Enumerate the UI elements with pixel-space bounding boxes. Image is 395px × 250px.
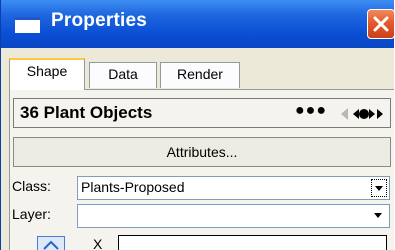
tab-data[interactable]: Data <box>89 62 157 88</box>
class-label: Class: <box>12 178 51 194</box>
selection-title: 36 Plant Objects <box>20 103 153 122</box>
current-icon <box>353 109 375 119</box>
house-icon[interactable] <box>37 236 65 250</box>
class-value: Plants-Proposed <box>81 179 185 195</box>
tab-render[interactable]: Render <box>160 62 240 88</box>
more-options-dots[interactable]: ●●● <box>295 102 327 120</box>
window-title: Properties <box>51 10 147 31</box>
close-icon <box>373 16 389 32</box>
tab-shape-label: Shape <box>26 63 68 79</box>
house-icon-graphic <box>43 240 59 250</box>
next-icon[interactable] <box>377 109 383 119</box>
window-icon <box>15 17 40 33</box>
layer-dropdown[interactable] <box>77 204 390 228</box>
class-dropdown[interactable]: Plants-Proposed <box>77 176 390 200</box>
x-input[interactable] <box>118 235 387 250</box>
selection-header: 36 Plant Objects ●●● <box>13 98 391 128</box>
close-button[interactable] <box>367 9 394 39</box>
layer-label: Layer: <box>12 206 51 222</box>
layer-dropdown-button[interactable] <box>371 207 387 225</box>
attributes-button[interactable]: Attributes... <box>13 137 391 167</box>
class-dropdown-button[interactable] <box>371 179 387 197</box>
previous-icon[interactable] <box>341 108 348 120</box>
tab-shape[interactable]: Shape <box>9 58 85 90</box>
chevron-down-icon <box>375 186 383 191</box>
properties-window: Properties Shape Data Render 36 Plant Ob… <box>0 0 394 250</box>
tab-render-label: Render <box>177 66 223 82</box>
title-bar[interactable]: Properties <box>1 0 394 48</box>
tab-data-label: Data <box>108 66 138 82</box>
navigation-arrows <box>341 108 383 120</box>
chevron-down-icon <box>374 213 382 218</box>
x-label: X <box>93 236 103 250</box>
